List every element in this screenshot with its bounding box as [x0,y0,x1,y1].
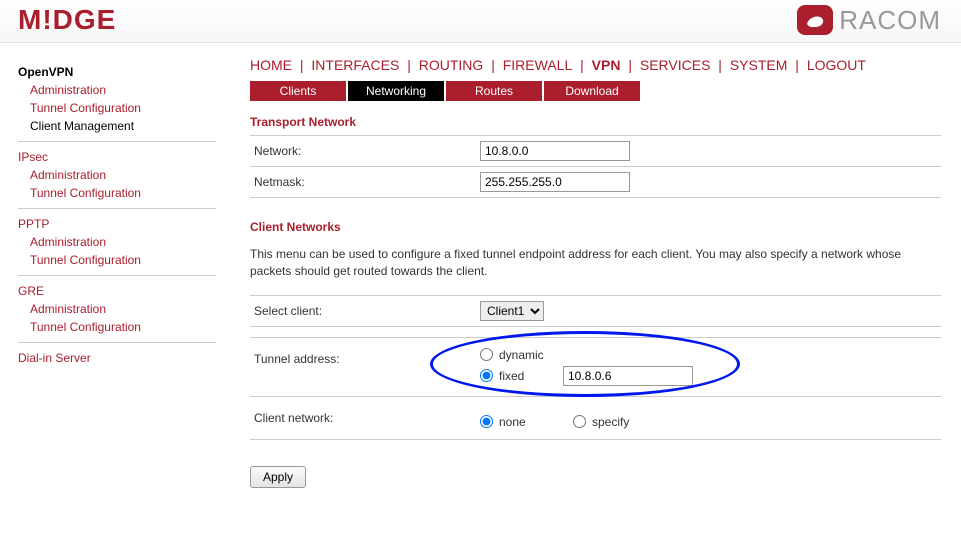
sidebar-item-administration[interactable]: Administration [18,166,216,184]
sidebar-item-client-management[interactable]: Client Management [18,117,216,135]
sidebar-head-ipsec[interactable]: IPsec [18,148,216,166]
nav-sep: | [710,57,729,73]
sidebar-item-administration[interactable]: Administration [18,81,216,99]
sidebar-item-administration[interactable]: Administration [18,300,216,318]
nav-vpn[interactable]: VPN [592,57,621,73]
sidebar-head-pptp[interactable]: PPTP [18,215,216,233]
nav-system[interactable]: SYSTEM [730,57,788,73]
tunnel-address-label: Tunnel address: [250,346,480,388]
row-tunnel-address: Tunnel address: dynamic fixed [250,337,941,396]
select-client-label: Select client: [250,304,480,318]
sidebar-item-tunnel-configuration[interactable]: Tunnel Configuration [18,251,216,269]
netmask-input[interactable] [480,172,630,192]
nav-sep: | [572,57,591,73]
nav-sep: | [292,57,311,73]
sidebar-item-tunnel-configuration[interactable]: Tunnel Configuration [18,99,216,117]
sidebar-item-administration[interactable]: Administration [18,233,216,251]
nav-interfaces[interactable]: INTERFACES [311,57,399,73]
nav-routing[interactable]: ROUTING [419,57,484,73]
client-networks-desc: This menu can be used to configure a fix… [250,240,941,295]
row-network: Network: [250,135,941,166]
network-input[interactable] [480,141,630,161]
tab-networking[interactable]: Networking [348,81,444,101]
select-client-dropdown[interactable]: Client1 [480,301,544,321]
brand-logo-midge: M!DGE [18,4,116,36]
tunnel-fixed-input[interactable] [563,366,693,386]
apply-button[interactable]: Apply [250,466,306,488]
tunnel-dynamic-label: dynamic [499,348,557,362]
tunnel-fixed-label: fixed [499,369,557,383]
nav-sep: | [620,57,639,73]
tab-clients[interactable]: Clients [250,81,346,101]
sidebar-head-openvpn[interactable]: OpenVPN [18,63,216,81]
racom-icon [797,5,833,35]
tunnel-fixed-radio[interactable] [480,369,493,382]
brand-logo-racom-wrap: RACOM [797,5,941,36]
row-select-client: Select client: Client1 [250,295,941,327]
clientnet-none-label: none [499,415,557,429]
top-nav: HOME | INTERFACES | ROUTING | FIREWALL |… [250,57,941,81]
tab-download[interactable]: Download [544,81,640,101]
client-networks-title: Client Networks [250,220,941,234]
nav-sep: | [787,57,806,73]
client-network-label: Client network: [250,405,480,431]
main-content: HOME | INTERFACES | ROUTING | FIREWALL |… [230,57,961,508]
transport-title: Transport Network [250,115,941,129]
brand-logo-racom-text: RACOM [839,5,941,36]
nav-services[interactable]: SERVICES [640,57,711,73]
nav-home[interactable]: HOME [250,57,292,73]
sidebar-head-dial-in-server[interactable]: Dial-in Server [18,349,216,367]
sidebar: OpenVPNAdministrationTunnel Configuratio… [0,57,230,508]
tunnel-dynamic-radio[interactable] [480,348,493,361]
tab-routes[interactable]: Routes [446,81,542,101]
header: M!DGE RACOM [0,0,961,43]
netmask-label: Netmask: [250,175,480,189]
sidebar-head-gre[interactable]: GRE [18,282,216,300]
row-netmask: Netmask: [250,166,941,198]
row-client-network: Client network: none specify [250,396,941,440]
nav-sep: | [399,57,418,73]
sidebar-item-tunnel-configuration[interactable]: Tunnel Configuration [18,318,216,336]
nav-sep: | [483,57,502,73]
network-label: Network: [250,144,480,158]
clientnet-none-radio[interactable] [480,415,493,428]
clientnet-specify-label: specify [592,415,650,429]
nav-firewall[interactable]: FIREWALL [503,57,573,73]
sub-tabs: ClientsNetworkingRoutesDownload [250,81,941,101]
sidebar-item-tunnel-configuration[interactable]: Tunnel Configuration [18,184,216,202]
nav-logout[interactable]: LOGOUT [807,57,866,73]
clientnet-specify-radio[interactable] [573,415,586,428]
